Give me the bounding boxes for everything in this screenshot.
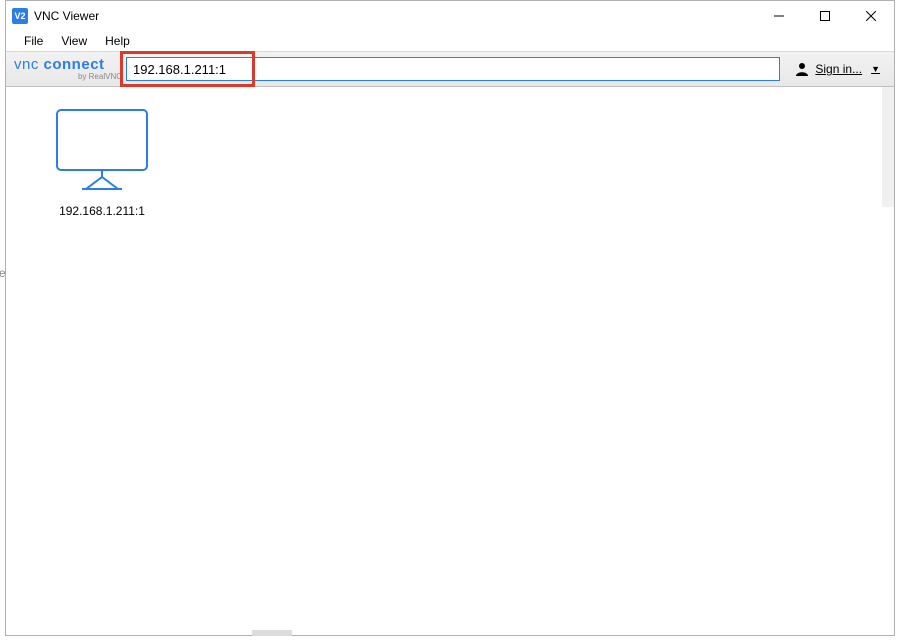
brand-bold: connect — [44, 56, 105, 73]
maximize-button[interactable] — [802, 1, 848, 31]
app-window: V2 VNC Viewer File View Help vnc connect… — [5, 0, 895, 636]
close-button[interactable] — [848, 1, 894, 31]
content-area: 192.168.1.211:1 — [6, 87, 894, 635]
menu-help[interactable]: Help — [97, 32, 138, 50]
monitor-icon — [56, 109, 148, 191]
resize-stub — [252, 630, 292, 636]
brand-subtitle: by RealVNC — [14, 73, 126, 81]
menu-view[interactable]: View — [53, 32, 95, 50]
connection-label: 192.168.1.211:1 — [42, 204, 162, 218]
window-controls — [756, 1, 894, 31]
app-icon: V2 — [12, 8, 28, 24]
titlebar: V2 VNC Viewer — [6, 1, 894, 31]
connection-item[interactable]: 192.168.1.211:1 — [42, 109, 162, 218]
brand-logo: vnc connect by RealVNC — [6, 57, 126, 81]
sign-in-button[interactable]: Sign in... ▼ — [786, 61, 888, 77]
sign-in-label: Sign in... — [815, 62, 862, 76]
brand-thin: vnc — [14, 56, 44, 73]
address-input[interactable] — [126, 57, 780, 81]
chevron-down-icon: ▼ — [871, 64, 880, 74]
address-wrap — [126, 57, 780, 81]
menubar: File View Help — [6, 31, 894, 51]
minimize-button[interactable] — [756, 1, 802, 31]
menu-file[interactable]: File — [16, 32, 51, 50]
toolbar: vnc connect by RealVNC Sign in... ▼ — [6, 51, 894, 87]
window-title: VNC Viewer — [34, 9, 99, 23]
titlebar-left: V2 VNC Viewer — [12, 8, 99, 24]
scrollbar[interactable] — [882, 87, 894, 207]
user-icon — [794, 61, 810, 77]
